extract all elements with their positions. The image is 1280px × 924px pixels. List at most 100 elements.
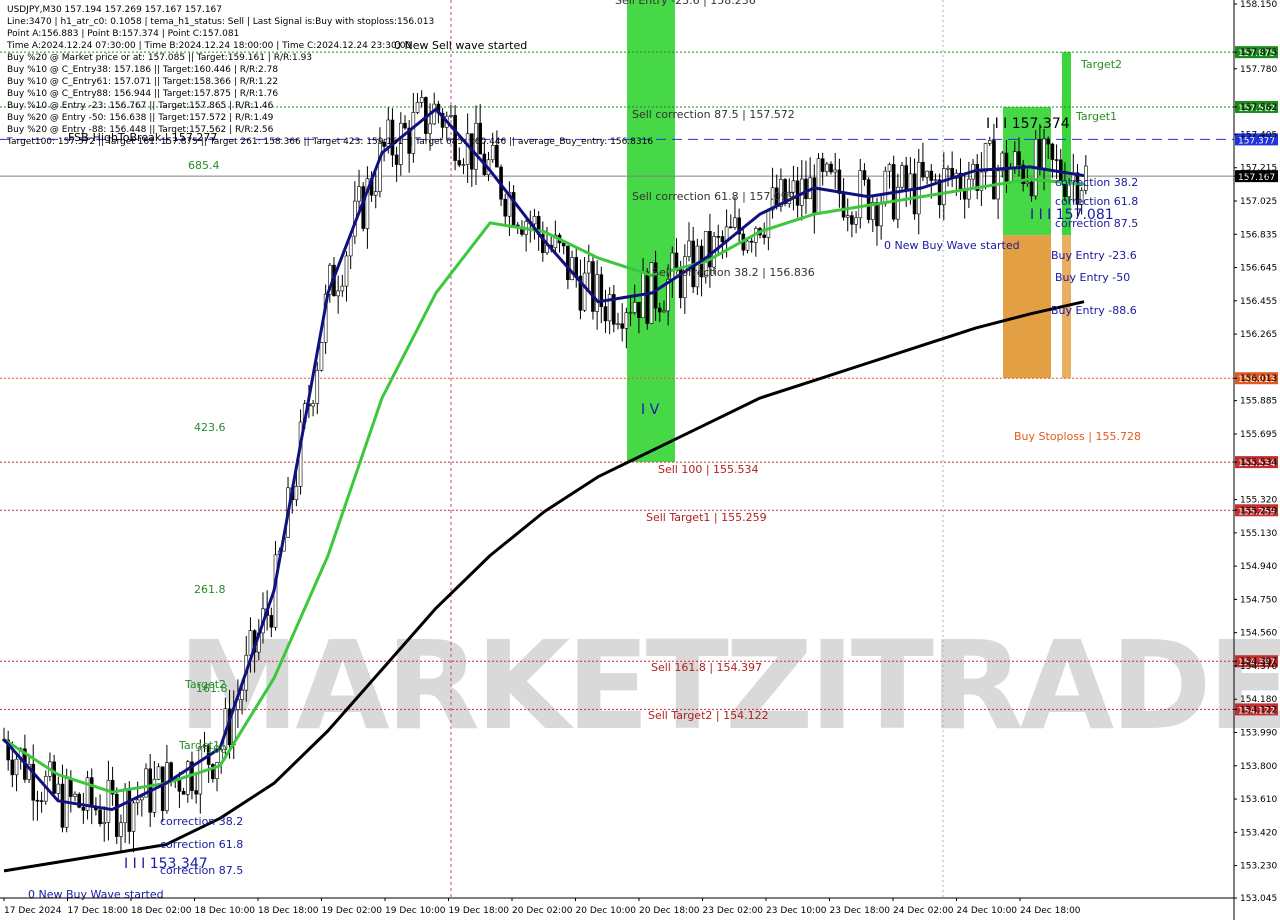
candle-body — [574, 257, 579, 277]
candle-body — [373, 191, 378, 196]
candle-body — [114, 793, 119, 837]
candle-body — [39, 800, 44, 802]
candle-body — [532, 216, 537, 225]
y-tick-label: 155.534 — [1240, 458, 1277, 468]
info-line: Line:3470 | h1_atr_c0: 0.1058 | tema_h1_… — [7, 17, 435, 27]
candle-body — [582, 272, 587, 311]
candle-body — [866, 179, 871, 220]
y-tick-label: 157.167 — [1240, 172, 1277, 182]
candle-body — [845, 215, 850, 218]
x-tick-label: 20 Dec 18:00 — [639, 906, 700, 916]
candle-body — [837, 169, 842, 194]
candle-body — [449, 115, 453, 117]
candle-body — [745, 240, 750, 251]
info-line: Buy %10 @ C_Entry38: 157.186 || Target:1… — [7, 65, 279, 75]
y-tick-label: 154.940 — [1240, 562, 1277, 572]
x-tick-label: 19 Dec 10:00 — [385, 906, 446, 916]
buy-entry-zone — [1003, 235, 1051, 379]
y-tick-label: 153.610 — [1240, 795, 1277, 805]
candle-body — [812, 177, 817, 214]
annotation-label: 0 New Buy Wave started — [28, 888, 164, 901]
candle-body — [1054, 159, 1059, 161]
info-line: Buy %10 @ C_Entry61: 157.071 || Target:1… — [7, 77, 279, 87]
candle-body — [708, 230, 712, 268]
y-tick-label: 154.750 — [1240, 595, 1277, 605]
y-tick-label: 155.130 — [1240, 529, 1277, 539]
y-tick-label: 153.045 — [1240, 894, 1277, 904]
x-tick-label: 18 Dec 10:00 — [195, 906, 256, 916]
candle-body — [73, 793, 77, 797]
candle-body — [628, 312, 633, 314]
candle-body — [165, 762, 169, 811]
y-tick-label: 157.780 — [1240, 65, 1277, 75]
candle-body — [135, 799, 140, 804]
x-tick-label: 20 Dec 02:00 — [512, 906, 573, 916]
candle-body — [687, 240, 691, 257]
candle-body — [1025, 181, 1030, 184]
candle-body — [733, 217, 737, 228]
candle-body — [624, 312, 629, 329]
candle-body — [749, 240, 754, 243]
candle-body — [586, 261, 591, 274]
candle-body — [1029, 181, 1034, 197]
annotation-label: Sell correction 61.8 | 157.099 — [632, 190, 795, 203]
annotation-label: I I I 153.347 — [124, 856, 208, 872]
y-tick-label: 154.560 — [1240, 629, 1277, 639]
annotation-label: Buy Entry -23.6 — [1051, 249, 1137, 262]
candle-body — [461, 164, 466, 166]
candle-body — [1008, 168, 1013, 182]
candle-body — [311, 403, 315, 407]
annotation-label: Sell Entry -23.6 | 158.236 — [615, 0, 756, 7]
candle-body — [716, 236, 721, 238]
y-tick-label: 153.990 — [1240, 729, 1277, 739]
candle-body — [428, 123, 432, 134]
info-line: Time A:2024.12.24 07:30:00 | Time B:2024… — [7, 41, 412, 51]
candle-body — [1046, 138, 1051, 145]
x-tick-label: 17 Dec 2024 — [4, 906, 62, 916]
annotation-label: Sell 100 | 155.534 — [658, 463, 759, 476]
candle-body — [106, 779, 111, 823]
candle-body — [904, 165, 909, 191]
candle-body — [662, 310, 666, 313]
candle-body — [156, 766, 161, 780]
y-tick-label: 156.835 — [1240, 230, 1277, 240]
y-tick-label: 155.259 — [1240, 506, 1277, 516]
candle-body — [850, 215, 854, 225]
candle-body — [841, 193, 846, 218]
y-tick-label: 157.875 — [1240, 48, 1277, 58]
candle-body — [987, 140, 992, 144]
candle-body — [14, 758, 19, 776]
candle-body — [804, 178, 808, 200]
candle-body — [98, 809, 102, 825]
x-tick-label: 19 Dec 02:00 — [322, 906, 383, 916]
candle-body — [119, 822, 123, 837]
y-tick-label: 156.265 — [1240, 330, 1277, 340]
candle-body — [854, 217, 858, 225]
candle-body — [319, 342, 324, 371]
annotation-label: Sell correction 38.2 | 156.836 — [652, 266, 815, 279]
info-line: Point A:156.883 | Point B:157.374 | Poin… — [7, 29, 240, 39]
x-tick-label: 20 Dec 10:00 — [576, 906, 637, 916]
candle-body — [269, 615, 274, 628]
y-tick-label: 156.645 — [1240, 264, 1277, 274]
y-tick-label: 158.150 — [1240, 0, 1277, 10]
y-tick-label: 156.013 — [1240, 374, 1277, 384]
annotation-label: Sell 161.8 | 154.397 — [651, 661, 762, 674]
candle-body — [69, 778, 73, 797]
y-tick-label: 155.885 — [1240, 397, 1277, 407]
candle-body — [616, 323, 620, 326]
chart-stage: MARKETZITRADE 157.875 157.562 157.377 156.0… — [0, 0, 1280, 920]
candle-body — [60, 783, 65, 828]
candle-body — [123, 788, 127, 824]
x-tick-label: 23 Dec 02:00 — [703, 906, 764, 916]
y-tick-label: 153.420 — [1240, 828, 1277, 838]
y-tick-label: 154.122 — [1240, 705, 1277, 715]
candle-body — [1038, 138, 1042, 170]
candle-body — [10, 759, 15, 776]
info-line: Buy %20 @ Market price or at: 157.085 ||… — [7, 53, 313, 63]
annotation-label: Sell Target1 | 155.259 — [646, 511, 767, 524]
annotation-label: 685.4 — [188, 159, 220, 172]
candle-body — [495, 144, 499, 168]
info-line: Buy %20 @ Entry -50: 156.638 || Target:1… — [7, 113, 274, 123]
candle-body — [131, 802, 136, 832]
